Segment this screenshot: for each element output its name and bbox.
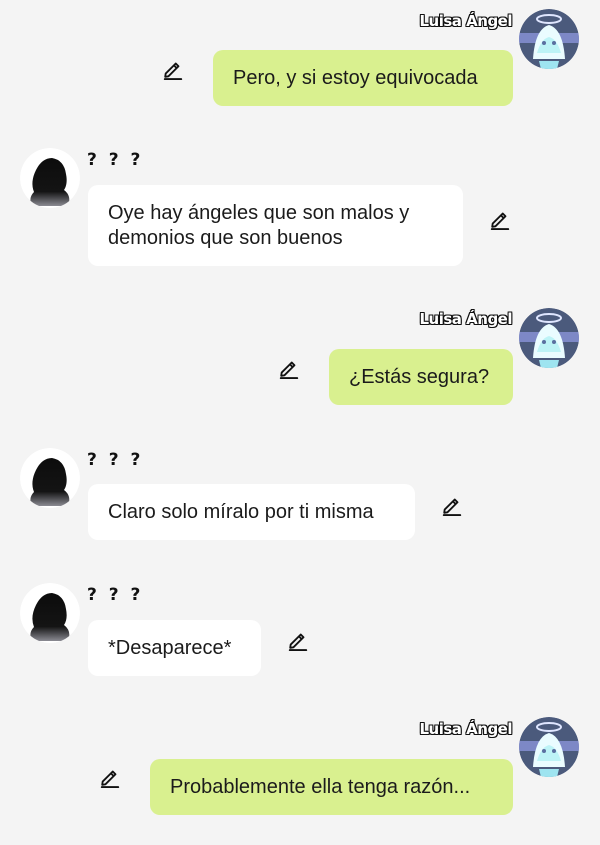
silhouette-avatar[interactable]: [20, 583, 80, 643]
message-bubble: *Desaparece*: [88, 620, 261, 676]
pencil-icon[interactable]: [278, 357, 300, 379]
angel-avatar[interactable]: [519, 9, 579, 69]
sender-name: ? ? ?: [87, 450, 144, 470]
silhouette-avatar[interactable]: [20, 448, 80, 508]
message-bubble: Probablemente ella tenga razón...: [150, 759, 513, 815]
message-text: Pero, y si estoy equivocada: [233, 66, 478, 89]
sender-name: ? ? ?: [87, 585, 144, 605]
message-text: *Desaparece*: [108, 636, 232, 659]
message-text: Claro solo míralo por ti misma: [108, 500, 374, 523]
pencil-icon[interactable]: [489, 208, 511, 230]
pencil-icon[interactable]: [162, 58, 184, 80]
message-text: Probablemente ella tenga razón...: [170, 775, 471, 798]
silhouette-avatar[interactable]: [20, 148, 80, 208]
message-bubble: Claro solo míralo por ti misma: [88, 484, 415, 540]
sender-name: Luisa Ángel: [419, 12, 513, 30]
message-text: ¿Estás segura?: [349, 365, 490, 388]
sender-name: Luisa Ángel: [419, 310, 513, 328]
pencil-icon[interactable]: [99, 766, 121, 788]
message-bubble: ¿Estás segura?: [329, 349, 513, 405]
angel-avatar[interactable]: [519, 308, 579, 368]
message-bubble: Oye hay ángeles que son malos y demonios…: [88, 185, 463, 266]
pencil-icon[interactable]: [441, 494, 463, 516]
chat-thread: Luisa Ángel Pero, y si estoy equivocada …: [0, 0, 600, 845]
pencil-icon[interactable]: [287, 629, 309, 651]
angel-avatar[interactable]: [519, 717, 579, 777]
sender-name: ? ? ?: [87, 150, 144, 170]
message-text: Oye hay ángeles que son malos y demonios…: [108, 201, 410, 249]
message-bubble: Pero, y si estoy equivocada: [213, 50, 513, 106]
sender-name: Luisa Ángel: [419, 720, 513, 738]
